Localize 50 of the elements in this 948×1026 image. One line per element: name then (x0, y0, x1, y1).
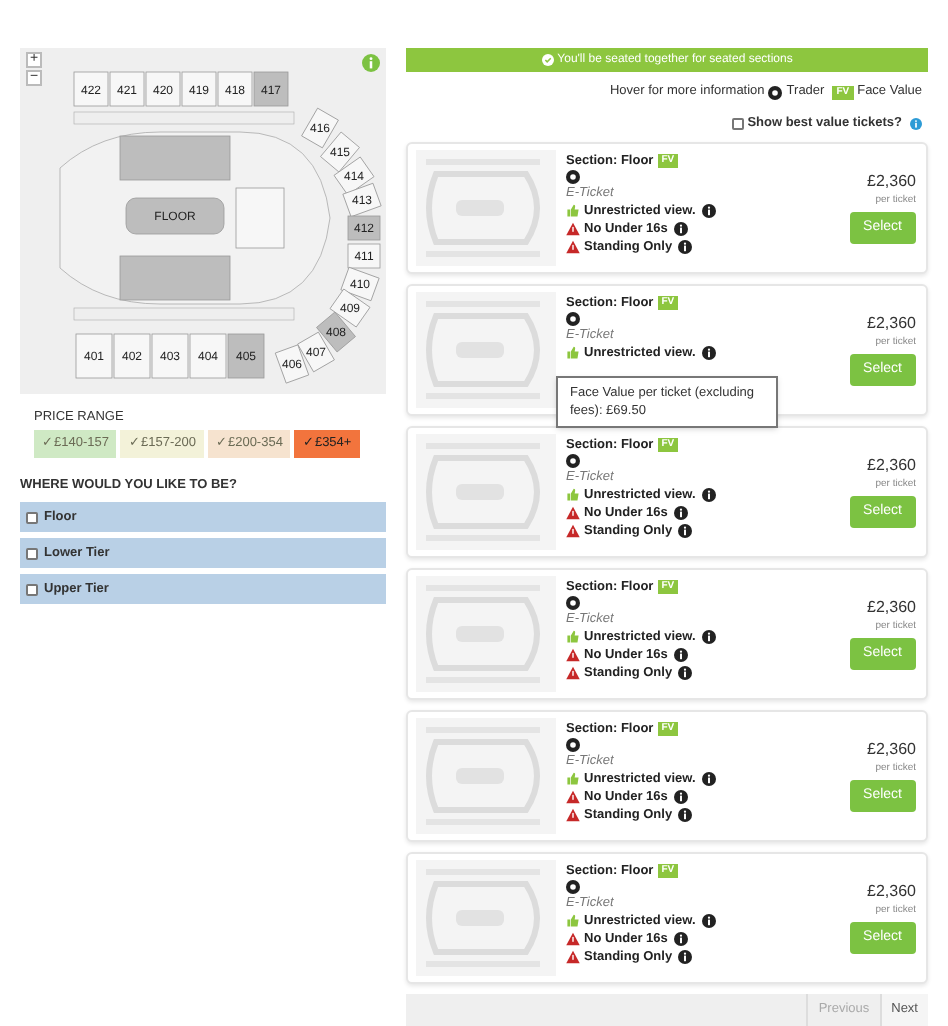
thumbs-up-icon (566, 345, 580, 360)
thumbs-up-icon (566, 487, 580, 502)
info-icon (678, 949, 693, 964)
seat-map-thumbnail (416, 291, 556, 408)
price: £2,360 (867, 312, 916, 336)
info-icon (701, 629, 716, 644)
thumbs-up-icon (566, 203, 580, 218)
thumbs-up-icon (566, 771, 580, 786)
seat-map-thumbnail (416, 575, 556, 692)
warning-icon (566, 523, 580, 538)
info-icon (910, 117, 922, 130)
seat-map-thumbnail (416, 717, 556, 834)
info-icon (701, 345, 716, 360)
warning-icon (566, 647, 580, 662)
info-icon (701, 203, 716, 218)
warning-icon (566, 221, 580, 236)
warning-icon (566, 931, 580, 946)
thumbs-up-icon (566, 629, 580, 644)
price: £2,360 (867, 170, 916, 194)
checkbox[interactable] (731, 117, 744, 130)
price: £2,360 (867, 596, 916, 620)
checkbox[interactable] (26, 547, 38, 560)
price: £2,360 (867, 880, 916, 904)
warning-icon (566, 665, 580, 680)
info-icon (701, 771, 716, 786)
seat-map-thumbnail (416, 433, 556, 550)
warning-icon (566, 789, 580, 804)
seat-map-thumbnail (416, 149, 556, 266)
info-icon (673, 931, 688, 946)
thumbs-up-icon (566, 913, 580, 928)
info-icon (673, 221, 688, 236)
info-icon (673, 505, 688, 520)
info-icon (678, 665, 693, 680)
price: £2,360 (867, 738, 916, 762)
info-icon (701, 487, 716, 502)
checkbox[interactable] (26, 511, 38, 524)
seat-map-thumbnail (416, 859, 556, 976)
warning-icon (566, 239, 580, 254)
check-circle-icon (541, 54, 554, 67)
info-icon (678, 807, 693, 822)
price: £2,360 (867, 454, 916, 478)
info-icon (701, 913, 716, 928)
warning-icon (566, 949, 580, 964)
info-icon (678, 523, 693, 538)
info-icon (673, 789, 688, 804)
info-icon (673, 647, 688, 662)
checkbox[interactable] (26, 583, 38, 596)
warning-icon (566, 807, 580, 822)
info-icon (678, 239, 693, 254)
warning-icon (566, 505, 580, 520)
